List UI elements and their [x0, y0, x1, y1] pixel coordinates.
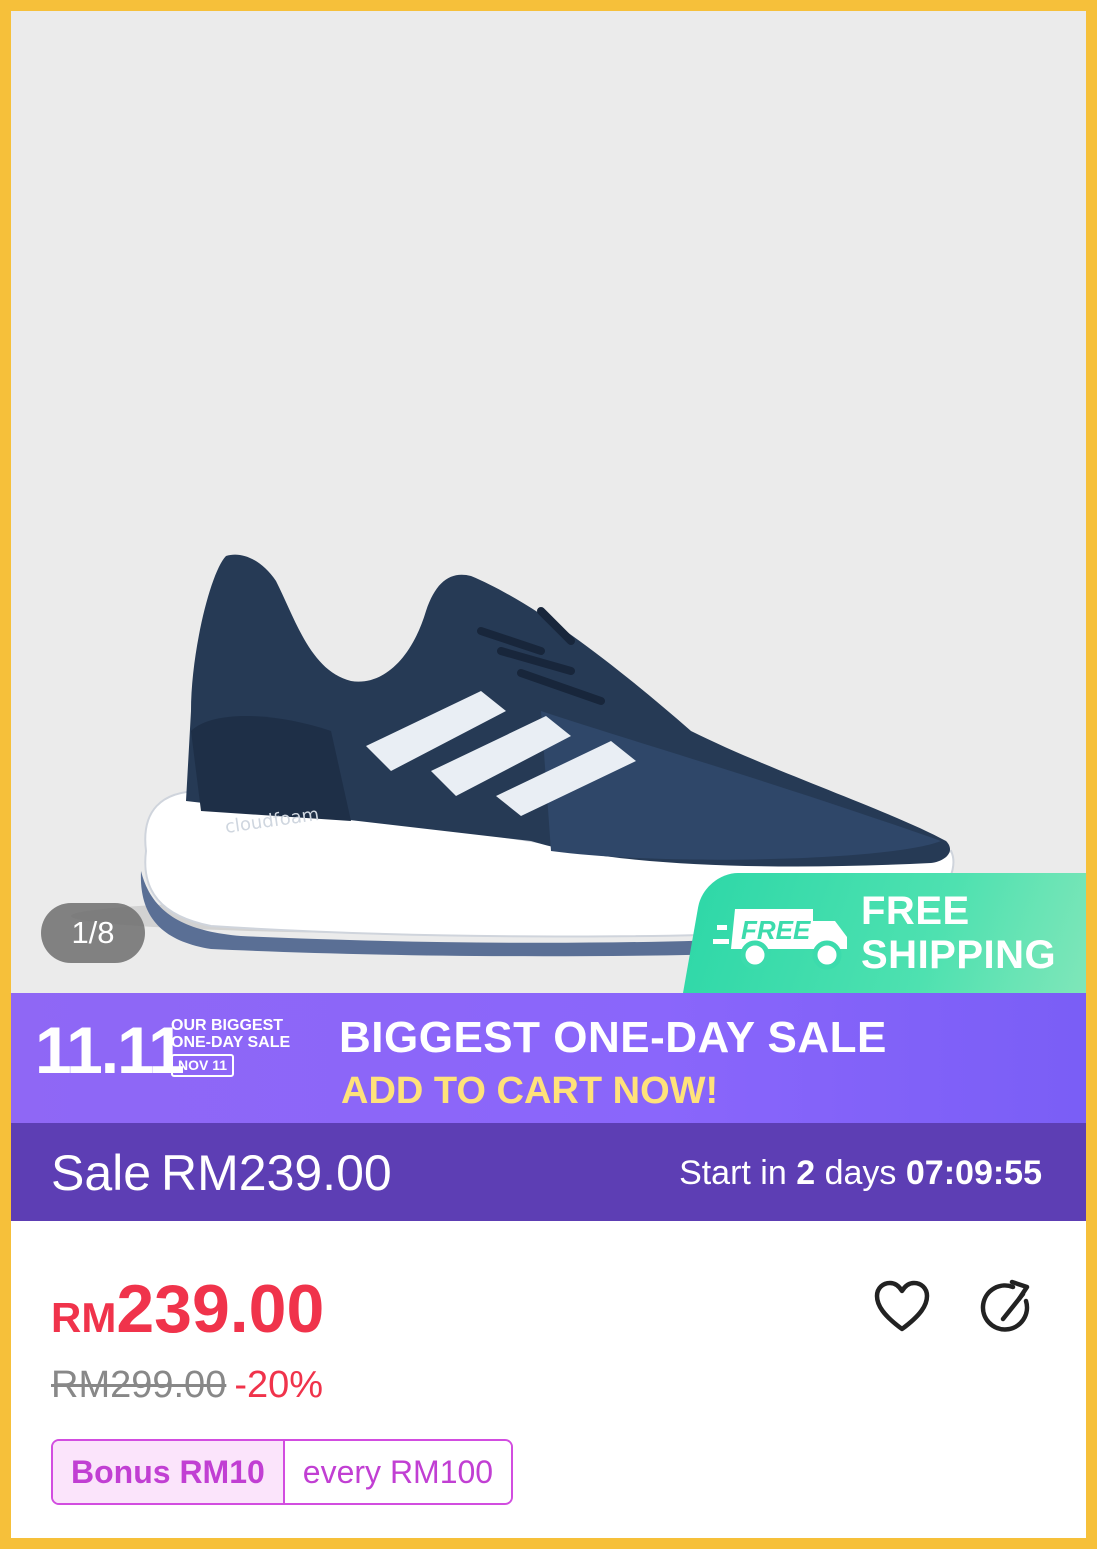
- free-shipping-text: FREE SHIPPING: [861, 889, 1056, 977]
- sale-label: Sale: [51, 1145, 152, 1201]
- truck-icon: FREE: [713, 909, 847, 970]
- campaign-logo-caption: OUR BIGGEST ONE-DAY SALE NOV 11: [171, 1017, 290, 1077]
- bonus-voucher[interactable]: Bonus RM10 every RM100: [51, 1439, 514, 1505]
- original-price-row: RM299.00 -20%: [51, 1363, 323, 1407]
- countdown-prefix: Start in: [679, 1154, 787, 1192]
- price-currency: RM: [51, 1294, 117, 1341]
- free-shipping-line2: SHIPPING: [861, 933, 1057, 977]
- share-icon[interactable]: [979, 1279, 1041, 1339]
- campaign-title: BIGGEST ONE-DAY SALE: [339, 1013, 887, 1062]
- logo-caption-line2: ONE-DAY SALE: [171, 1034, 291, 1051]
- flash-sale-strip: Sale RM239.00 Start in 2 days 07:09:55: [11, 1123, 1086, 1221]
- product-page: cloudfoam 1/8 FREE FREE SHIPPING 11.11 O…: [11, 11, 1086, 1538]
- countdown-days-label: days: [824, 1154, 897, 1192]
- image-counter: 1/8: [41, 903, 145, 963]
- logo-date-badge: NOV 11: [171, 1054, 235, 1077]
- sale-price: RM239.00: [161, 1145, 392, 1201]
- free-shipping-line1: FREE: [861, 889, 970, 933]
- logo-caption-line1: OUR BIGGEST: [171, 1017, 284, 1034]
- countdown-days: 2: [796, 1154, 816, 1192]
- countdown-time: 07:09:55: [905, 1154, 1042, 1192]
- discount-percent: -20%: [234, 1364, 324, 1406]
- campaign-subtitle: ADD TO CART NOW!: [341, 1070, 719, 1112]
- heart-icon[interactable]: [873, 1279, 931, 1335]
- free-shipping-badge: FREE FREE SHIPPING: [683, 873, 1086, 993]
- campaign-banner[interactable]: 11.11 OUR BIGGEST ONE-DAY SALE NOV 11 BI…: [11, 993, 1086, 1123]
- product-image: cloudfoam: [71, 554, 955, 957]
- truck-label: FREE: [741, 915, 811, 945]
- campaign-logo: 11.11: [35, 1013, 185, 1087]
- original-price: RM299.00: [51, 1364, 227, 1406]
- current-price: RM239.00: [51, 1273, 324, 1345]
- price-amount: 239.00: [116, 1271, 325, 1347]
- bonus-condition: every RM100: [284, 1441, 512, 1503]
- bonus-amount: Bonus RM10: [53, 1441, 285, 1503]
- product-image-gallery[interactable]: cloudfoam 1/8 FREE FREE SHIPPING: [11, 11, 1086, 993]
- sale-countdown: Start in 2 days 07:09:55: [679, 1153, 1042, 1193]
